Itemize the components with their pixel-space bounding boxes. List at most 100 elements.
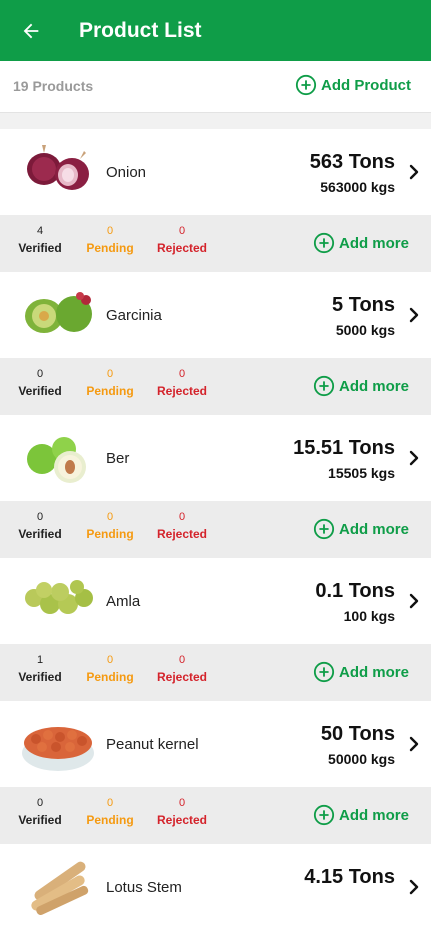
verified-count: 4 bbox=[36, 225, 44, 237]
quantity-kgs: 50000 kgs bbox=[328, 751, 395, 767]
add-more-label: Add more bbox=[338, 663, 409, 681]
product-card: Amla 0.1 Tons 100 kgs 1 Verified 0 Pendi… bbox=[0, 558, 431, 701]
pending-count: 0 bbox=[106, 797, 114, 809]
add-more-label: Add more bbox=[338, 377, 409, 395]
add-more-button[interactable]: Add more bbox=[313, 518, 409, 540]
pending-label: Pending bbox=[86, 384, 134, 398]
quantity-tons: 15.51 Tons bbox=[293, 437, 395, 459]
quantity-kgs: 100 kgs bbox=[343, 608, 395, 624]
verified-stat: 0 Verified bbox=[14, 797, 66, 827]
rejected-label: Rejected bbox=[156, 670, 208, 684]
chevron-right-icon bbox=[409, 736, 419, 752]
pending-label: Pending bbox=[86, 241, 134, 255]
product-row[interactable]: Lotus Stem 4.15 Tons bbox=[0, 844, 431, 930]
product-card: Garcinia 5 Tons 5000 kgs 0 Verified 0 Pe… bbox=[0, 272, 431, 415]
chevron-right-icon[interactable] bbox=[407, 307, 421, 323]
add-product-button[interactable]: Add Product bbox=[295, 74, 411, 96]
product-row[interactable]: Amla 0.1 Tons 100 kgs bbox=[0, 558, 431, 644]
plus-circle-icon bbox=[313, 661, 335, 683]
verified-label: Verified bbox=[18, 527, 62, 541]
quantity-kgs: 15505 kgs bbox=[328, 465, 395, 481]
page-title: Product List bbox=[79, 18, 202, 42]
add-more-button[interactable]: Add more bbox=[313, 661, 409, 683]
rejected-label: Rejected bbox=[156, 384, 208, 398]
status-row: 1 Verified 0 Pending 0 Rejected Add more bbox=[0, 644, 431, 701]
verified-stat: 1 Verified bbox=[14, 654, 66, 684]
product-image bbox=[20, 427, 96, 487]
chevron-right-icon bbox=[409, 450, 419, 466]
verified-label: Verified bbox=[18, 241, 62, 255]
quantity-tons: 4.15 Tons bbox=[304, 866, 395, 888]
product-image bbox=[20, 713, 96, 773]
status-row: 0 Verified 0 Pending 0 Rejected Add more bbox=[0, 501, 431, 558]
product-card: Lotus Stem 4.15 Tons bbox=[0, 844, 431, 930]
product-name: Garcinia bbox=[106, 307, 162, 324]
quantity-tons: 0.1 Tons bbox=[315, 580, 395, 602]
chevron-right-icon bbox=[409, 879, 419, 895]
verified-stat: 4 Verified bbox=[14, 225, 66, 255]
add-more-button[interactable]: Add more bbox=[313, 232, 409, 254]
quantity-kgs: 563000 kgs bbox=[320, 179, 395, 195]
pending-count: 0 bbox=[106, 368, 114, 380]
pending-count: 0 bbox=[106, 511, 114, 523]
rejected-label: Rejected bbox=[156, 527, 208, 541]
rejected-label: Rejected bbox=[156, 241, 208, 255]
product-quantity: 50 Tons 50000 kgs bbox=[321, 723, 395, 767]
product-quantity: 4.15 Tons bbox=[304, 866, 395, 889]
chevron-right-icon bbox=[409, 593, 419, 609]
pending-count: 0 bbox=[106, 654, 114, 666]
chevron-right-icon[interactable] bbox=[407, 879, 421, 895]
add-more-button[interactable]: Add more bbox=[313, 804, 409, 826]
rejected-count: 0 bbox=[178, 225, 186, 237]
plus-circle-icon bbox=[313, 804, 335, 826]
rejected-count: 0 bbox=[178, 511, 186, 523]
product-image bbox=[20, 284, 96, 344]
chevron-right-icon bbox=[409, 164, 419, 180]
product-list: Onion 563 Tons 563000 kgs 4 Verified 0 P… bbox=[0, 129, 431, 930]
verified-count: 0 bbox=[36, 368, 44, 380]
add-more-label: Add more bbox=[338, 234, 409, 252]
plus-circle-icon bbox=[313, 232, 335, 254]
add-more-button[interactable]: Add more bbox=[313, 375, 409, 397]
pending-stat: 0 Pending bbox=[82, 511, 138, 541]
rejected-stat: 0 Rejected bbox=[152, 225, 212, 255]
product-row[interactable]: Garcinia 5 Tons 5000 kgs bbox=[0, 272, 431, 358]
pending-stat: 0 Pending bbox=[82, 225, 138, 255]
product-card: Peanut kernel 50 Tons 50000 kgs 0 Verifi… bbox=[0, 701, 431, 844]
back-button[interactable] bbox=[16, 16, 46, 46]
product-card: Ber 15.51 Tons 15505 kgs 0 Verified 0 Pe… bbox=[0, 415, 431, 558]
verified-count: 1 bbox=[36, 654, 44, 666]
quantity-tons: 563 Tons bbox=[309, 151, 395, 173]
rejected-count: 0 bbox=[178, 797, 186, 809]
rejected-label: Rejected bbox=[156, 813, 208, 827]
status-row: 0 Verified 0 Pending 0 Rejected Add more bbox=[0, 358, 431, 415]
product-card: Onion 563 Tons 563000 kgs 4 Verified 0 P… bbox=[0, 129, 431, 272]
chevron-right-icon[interactable] bbox=[407, 736, 421, 752]
pending-label: Pending bbox=[86, 527, 134, 541]
verified-stat: 0 Verified bbox=[14, 368, 66, 398]
product-quantity: 0.1 Tons 100 kgs bbox=[315, 580, 395, 624]
pending-stat: 0 Pending bbox=[82, 368, 138, 398]
product-row[interactable]: Onion 563 Tons 563000 kgs bbox=[0, 129, 431, 215]
chevron-right-icon[interactable] bbox=[407, 593, 421, 609]
rejected-stat: 0 Rejected bbox=[152, 654, 212, 684]
product-name: Amla bbox=[106, 593, 141, 610]
pending-label: Pending bbox=[86, 670, 134, 684]
chevron-right-icon[interactable] bbox=[407, 164, 421, 180]
product-image bbox=[20, 141, 96, 201]
status-row: 4 Verified 0 Pending 0 Rejected Add more bbox=[0, 215, 431, 272]
plus-circle-icon bbox=[313, 518, 335, 540]
product-image bbox=[20, 570, 96, 630]
product-name: Peanut kernel bbox=[106, 736, 199, 753]
product-row[interactable]: Peanut kernel 50 Tons 50000 kgs bbox=[0, 701, 431, 787]
product-quantity: 5 Tons 5000 kgs bbox=[332, 294, 395, 338]
product-quantity: 563 Tons 563000 kgs bbox=[310, 151, 395, 195]
verified-count: 0 bbox=[36, 797, 44, 809]
chevron-right-icon[interactable] bbox=[407, 450, 421, 466]
arrow-left-icon bbox=[23, 23, 39, 38]
product-row[interactable]: Ber 15.51 Tons 15505 kgs bbox=[0, 415, 431, 501]
verified-label: Verified bbox=[18, 813, 62, 827]
pending-stat: 0 Pending bbox=[82, 654, 138, 684]
product-quantity: 15.51 Tons 15505 kgs bbox=[293, 437, 395, 481]
product-name: Ber bbox=[106, 450, 130, 467]
